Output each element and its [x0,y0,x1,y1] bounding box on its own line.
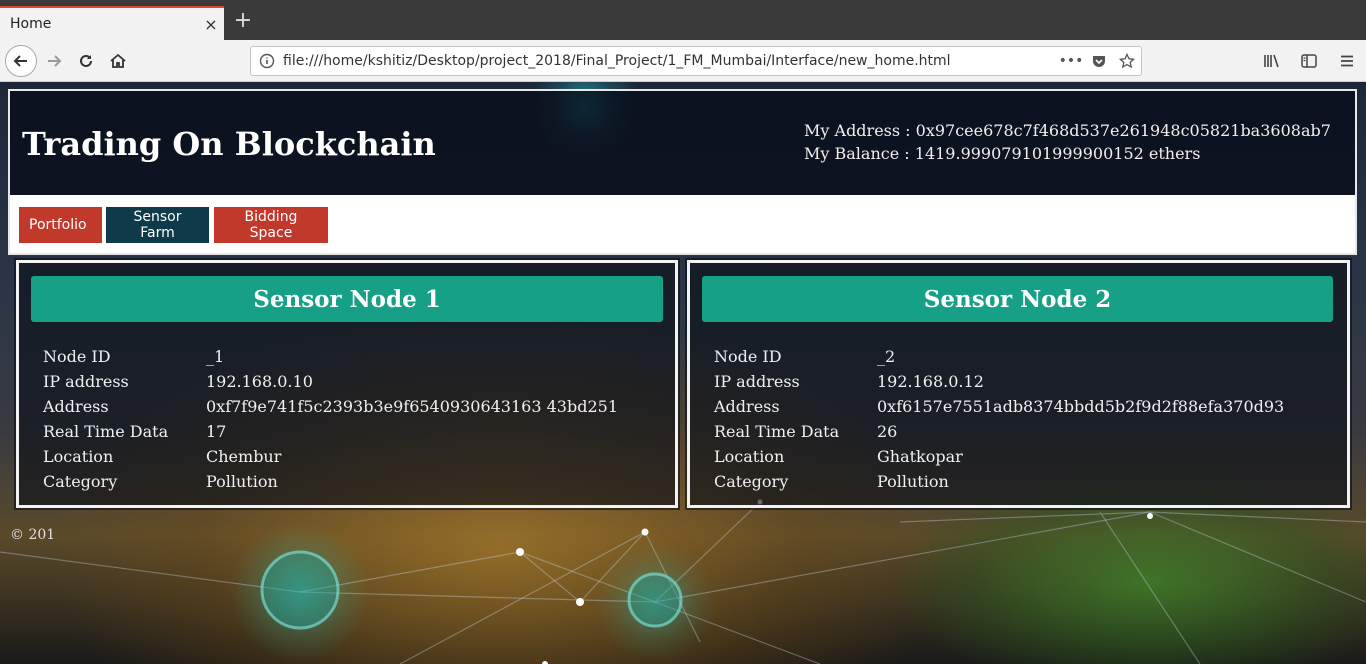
tab-home[interactable]: Home × [0,6,224,40]
address-label: Address [43,397,109,416]
bidding-space-button[interactable]: Bidding Space [214,207,328,243]
ip-value: 192.168.0.10 [206,372,313,391]
category-label: Category [43,472,118,491]
info-icon[interactable] [251,53,283,69]
footer-copyright: © 201 [10,527,56,543]
page-viewport: Trading On Blockchain My Address : 0x97c… [0,82,1366,664]
category-label: Category [714,472,789,491]
hamburger-menu-icon[interactable] [1328,52,1366,70]
detail-row-ip: IP address 192.168.0.10 [43,369,618,394]
sensor-node-title: Sensor Node 1 [31,276,663,322]
detail-row-location: Location Ghatkopar [714,444,1284,469]
site-header: Trading On Blockchain My Address : 0x97c… [8,89,1357,195]
home-button[interactable] [102,45,134,77]
new-tab-button[interactable]: + [232,10,254,34]
sensor-node-details: Node ID _2 IP address 192.168.0.12 Addre… [714,344,1284,494]
detail-row-category: Category Pollution [43,469,618,494]
node-id-label: Node ID [43,347,111,366]
site-title: Trading On Blockchain [22,125,436,163]
arrow-right-icon [48,55,62,67]
detail-row-address: Address 0xf7f9e741f5c2393b3e9f6540930643… [43,394,618,419]
category-value: Pollution [877,472,949,491]
address-value: 0xf7f9e741f5c2393b3e9f6540930643163 43bd… [206,397,618,416]
location-label: Location [714,447,785,466]
detail-row-realtime: Real Time Data 26 [714,419,1284,444]
reload-button[interactable] [70,45,102,77]
detail-row-category: Category Pollution [714,469,1284,494]
browser-tab-strip: Home × + [0,0,1366,40]
sensor-node-card: Sensor Node 2 Node ID _2 IP address 192.… [685,258,1352,510]
ip-label: IP address [714,372,800,391]
pocket-icon[interactable] [1085,53,1113,69]
tab-title: Home [10,16,52,32]
detail-row-location: Location Chembur [43,444,618,469]
detail-row-address: Address 0xf6157e7551adb8374bbdd5b2f9d2f8… [714,394,1284,419]
sensor-farm-button[interactable]: Sensor Farm [106,207,209,243]
url-text[interactable]: file:///home/kshitiz/Desktop/project_201… [283,53,1057,69]
sidebar-icon[interactable] [1290,52,1328,70]
node-id-value: _2 [877,347,896,366]
address-bar[interactable]: file:///home/kshitiz/Desktop/project_201… [250,46,1142,76]
ip-label: IP address [43,372,129,391]
location-value: Ghatkopar [877,447,963,466]
realtime-value: 26 [877,422,898,441]
sensor-node-title: Sensor Node 2 [702,276,1333,322]
category-value: Pollution [206,472,278,491]
home-icon [110,53,126,68]
browser-toolbar: file:///home/kshitiz/Desktop/project_201… [0,40,1366,82]
reload-icon [80,54,92,67]
node-id-label: Node ID [714,347,782,366]
sensor-node-details: Node ID _1 IP address 192.168.0.10 Addre… [43,344,618,494]
location-label: Location [43,447,114,466]
detail-row-node-id: Node ID _1 [43,344,618,369]
my-address: My Address : 0x97cee678c7f468d537e261948… [804,121,1331,140]
realtime-label: Real Time Data [43,422,169,441]
toolbar-right [1252,45,1366,77]
address-label: Address [714,397,780,416]
library-icon[interactable] [1252,52,1290,70]
arrow-left-icon [13,55,27,67]
bookmark-star-icon[interactable] [1113,53,1141,69]
back-button[interactable] [5,45,37,77]
forward-button[interactable] [38,45,70,77]
detail-row-ip: IP address 192.168.0.12 [714,369,1284,394]
page-actions-icon[interactable]: ••• [1057,53,1085,69]
node-id-value: _1 [206,347,225,366]
account-info: My Address : 0x97cee678c7f468d537e261948… [804,119,1331,165]
detail-row-node-id: Node ID _2 [714,344,1284,369]
address-value: 0xf6157e7551adb8374bbdd5b2f9d2f88efa370d… [877,397,1285,416]
location-value: Chembur [206,447,282,466]
ip-value: 192.168.0.12 [877,372,984,391]
portfolio-button[interactable]: Portfolio [19,207,102,243]
close-tab-icon[interactable]: × [198,15,224,34]
my-balance: My Balance : 1419.999079101999900152 eth… [804,144,1201,163]
realtime-label: Real Time Data [714,422,840,441]
sensor-node-card: Sensor Node 1 Node ID _1 IP address 192.… [14,258,680,510]
main-menu: Portfolio Sensor Farm Bidding Space [8,195,1357,255]
detail-row-realtime: Real Time Data 17 [43,419,618,444]
realtime-value: 17 [206,422,227,441]
